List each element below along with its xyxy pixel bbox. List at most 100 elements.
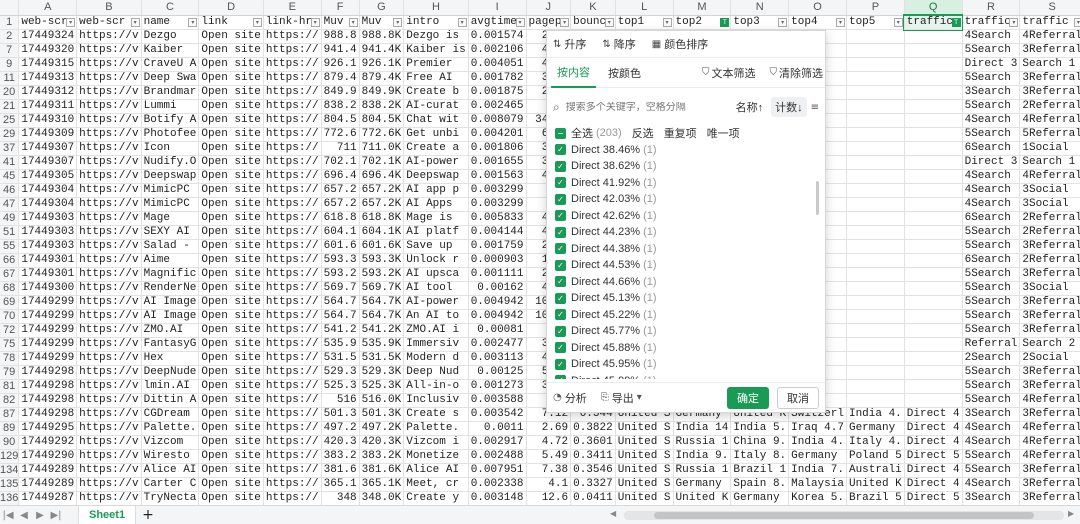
filter-value-item[interactable]: ✓ Direct 42.62% (1) bbox=[555, 208, 823, 225]
cell[interactable]: 0.005833 bbox=[468, 211, 527, 226]
cell[interactable]: 4Referral bbox=[1019, 29, 1080, 44]
column-header-e[interactable]: E bbox=[263, 0, 322, 16]
scrollbar-thumb[interactable] bbox=[654, 512, 1034, 519]
cell[interactable]: Referral bbox=[962, 337, 1021, 352]
cell[interactable] bbox=[904, 71, 963, 86]
cell[interactable]: AI app p bbox=[403, 183, 469, 198]
cell[interactable] bbox=[904, 267, 963, 282]
cell[interactable] bbox=[846, 155, 905, 170]
cell[interactable]: Germany bbox=[730, 491, 790, 505]
checkbox[interactable]: ✓ bbox=[555, 309, 566, 321]
grid-table[interactable]: ABCDEFGHIJKLMNOPQRSTUV1web-scr▾web-scr▾n… bbox=[0, 0, 1080, 505]
cell[interactable]: Germany bbox=[673, 477, 732, 492]
row-header[interactable]: 2 bbox=[0, 29, 20, 44]
cell[interactable]: 593.2 bbox=[321, 267, 360, 282]
cell[interactable]: https://v bbox=[76, 99, 142, 114]
cell[interactable]: https://v bbox=[76, 141, 142, 156]
cell[interactable]: https:// bbox=[263, 71, 322, 86]
field-header-cell[interactable]: link ▾ bbox=[198, 15, 264, 30]
cell[interactable]: Modern d bbox=[403, 351, 469, 366]
prev-sheet-icon[interactable]: ◀ bbox=[16, 510, 32, 521]
cell[interactable]: India 4. bbox=[846, 407, 905, 422]
filter-dropdown-icon[interactable]: ▾ bbox=[1009, 17, 1019, 27]
cell[interactable]: 5Search bbox=[962, 43, 1021, 58]
cell[interactable]: 879.4 bbox=[321, 71, 360, 86]
cell[interactable] bbox=[904, 225, 963, 240]
cell[interactable]: 2Referral bbox=[1019, 253, 1080, 268]
row-header[interactable]: 67 bbox=[0, 267, 20, 282]
cell[interactable]: MimicPC bbox=[141, 197, 200, 212]
cell[interactable]: https:// bbox=[263, 127, 322, 142]
cell[interactable]: Deepswap bbox=[403, 169, 469, 184]
cell[interactable]: Open site bbox=[198, 477, 264, 492]
checkbox[interactable]: ✓ bbox=[555, 259, 566, 271]
cell[interactable]: China 9. bbox=[730, 435, 790, 450]
cell[interactable]: 3Referral bbox=[1019, 365, 1080, 380]
cell[interactable]: 564.7K bbox=[359, 295, 405, 310]
cell[interactable]: https://v bbox=[76, 491, 142, 505]
cell[interactable]: AI tool bbox=[403, 281, 469, 296]
row-header[interactable]: 81 bbox=[0, 379, 20, 394]
filter-dropdown-icon[interactable]: ▾ bbox=[188, 17, 198, 27]
cell[interactable]: 6Search bbox=[962, 141, 1021, 156]
filter-value-item[interactable]: ✓ Direct 45.77% (1) bbox=[555, 323, 823, 340]
cell[interactable]: 501.3K bbox=[359, 407, 405, 422]
cell[interactable]: Salad - bbox=[141, 239, 200, 254]
cell[interactable]: 17449307 bbox=[18, 141, 78, 156]
cell[interactable]: Germany bbox=[846, 421, 905, 436]
cell[interactable]: https:// bbox=[263, 323, 322, 338]
export-button[interactable]: ⎘ 导出 ▾ bbox=[601, 390, 645, 406]
cell[interactable]: Monetize bbox=[403, 449, 469, 464]
cell[interactable]: 4Search bbox=[962, 113, 1021, 128]
cell[interactable]: https:// bbox=[263, 477, 322, 492]
cell[interactable]: 365.1K bbox=[359, 477, 405, 492]
cell[interactable] bbox=[904, 281, 963, 296]
field-header-cell[interactable]: link-hr ▾ bbox=[263, 15, 322, 30]
cell[interactable]: Alice AI bbox=[141, 463, 200, 478]
cell[interactable]: An AI to bbox=[403, 309, 469, 324]
cell[interactable]: Open site bbox=[198, 57, 264, 72]
field-header-cell[interactable]: avgtime ▾ bbox=[468, 15, 527, 30]
cell[interactable]: 17449299 bbox=[18, 295, 78, 310]
row-header[interactable]: 37 bbox=[0, 141, 20, 156]
cell[interactable]: 0.002106 bbox=[468, 43, 527, 58]
cell[interactable] bbox=[846, 99, 905, 114]
column-header-r[interactable]: R bbox=[962, 0, 1021, 16]
cell[interactable]: 657.2 bbox=[321, 197, 360, 212]
cell[interactable]: 3Referral bbox=[1019, 295, 1080, 310]
cell[interactable]: https://v bbox=[76, 43, 142, 58]
row-header[interactable]: 1 bbox=[0, 15, 20, 30]
row-header[interactable]: 69 bbox=[0, 295, 20, 310]
cell[interactable]: Hex bbox=[141, 351, 200, 366]
field-header-cell[interactable]: top5 ▾ bbox=[846, 15, 905, 30]
cell[interactable]: 420.3 bbox=[321, 435, 360, 450]
cell[interactable] bbox=[904, 141, 963, 156]
row-header[interactable]: 41 bbox=[0, 155, 20, 170]
field-header-cell[interactable]: web-scr ▾ bbox=[18, 15, 78, 30]
cell[interactable]: https://v bbox=[76, 393, 142, 408]
cell[interactable]: 3Referral bbox=[1019, 239, 1080, 254]
select-all-checkbox[interactable]: − bbox=[555, 127, 566, 139]
cell[interactable] bbox=[846, 351, 905, 366]
cell[interactable]: Direct 4 bbox=[904, 477, 963, 492]
filter-dropdown-icon[interactable]: ▾ bbox=[348, 17, 358, 27]
row-header[interactable]: 7 bbox=[0, 43, 20, 58]
cell[interactable]: 696.4K bbox=[359, 169, 405, 184]
cell[interactable]: 0.003148 bbox=[468, 491, 527, 505]
cell[interactable]: 0.001563 bbox=[468, 169, 527, 184]
cell[interactable]: https://v bbox=[76, 183, 142, 198]
cell[interactable]: 381.6K bbox=[359, 463, 405, 478]
cell[interactable] bbox=[846, 309, 905, 324]
cell[interactable]: Brazil 1 bbox=[730, 463, 790, 478]
cell[interactable]: 0.001574 bbox=[468, 29, 527, 44]
field-header-cell[interactable]: pagepv ▾ bbox=[526, 15, 572, 30]
cell[interactable]: Direct 4 bbox=[904, 463, 963, 478]
cell[interactable]: Kaiber is bbox=[403, 43, 469, 58]
cell[interactable]: Save up bbox=[403, 239, 469, 254]
filter-search-input[interactable] bbox=[565, 101, 728, 113]
select-all-row[interactable]: − 全选 (203) 反选 重复项 唯一项 bbox=[555, 125, 823, 142]
cell[interactable]: https://v bbox=[76, 71, 142, 86]
cell[interactable]: https:// bbox=[263, 365, 322, 380]
cell[interactable] bbox=[904, 295, 963, 310]
cell[interactable]: 941.4K bbox=[359, 43, 405, 58]
